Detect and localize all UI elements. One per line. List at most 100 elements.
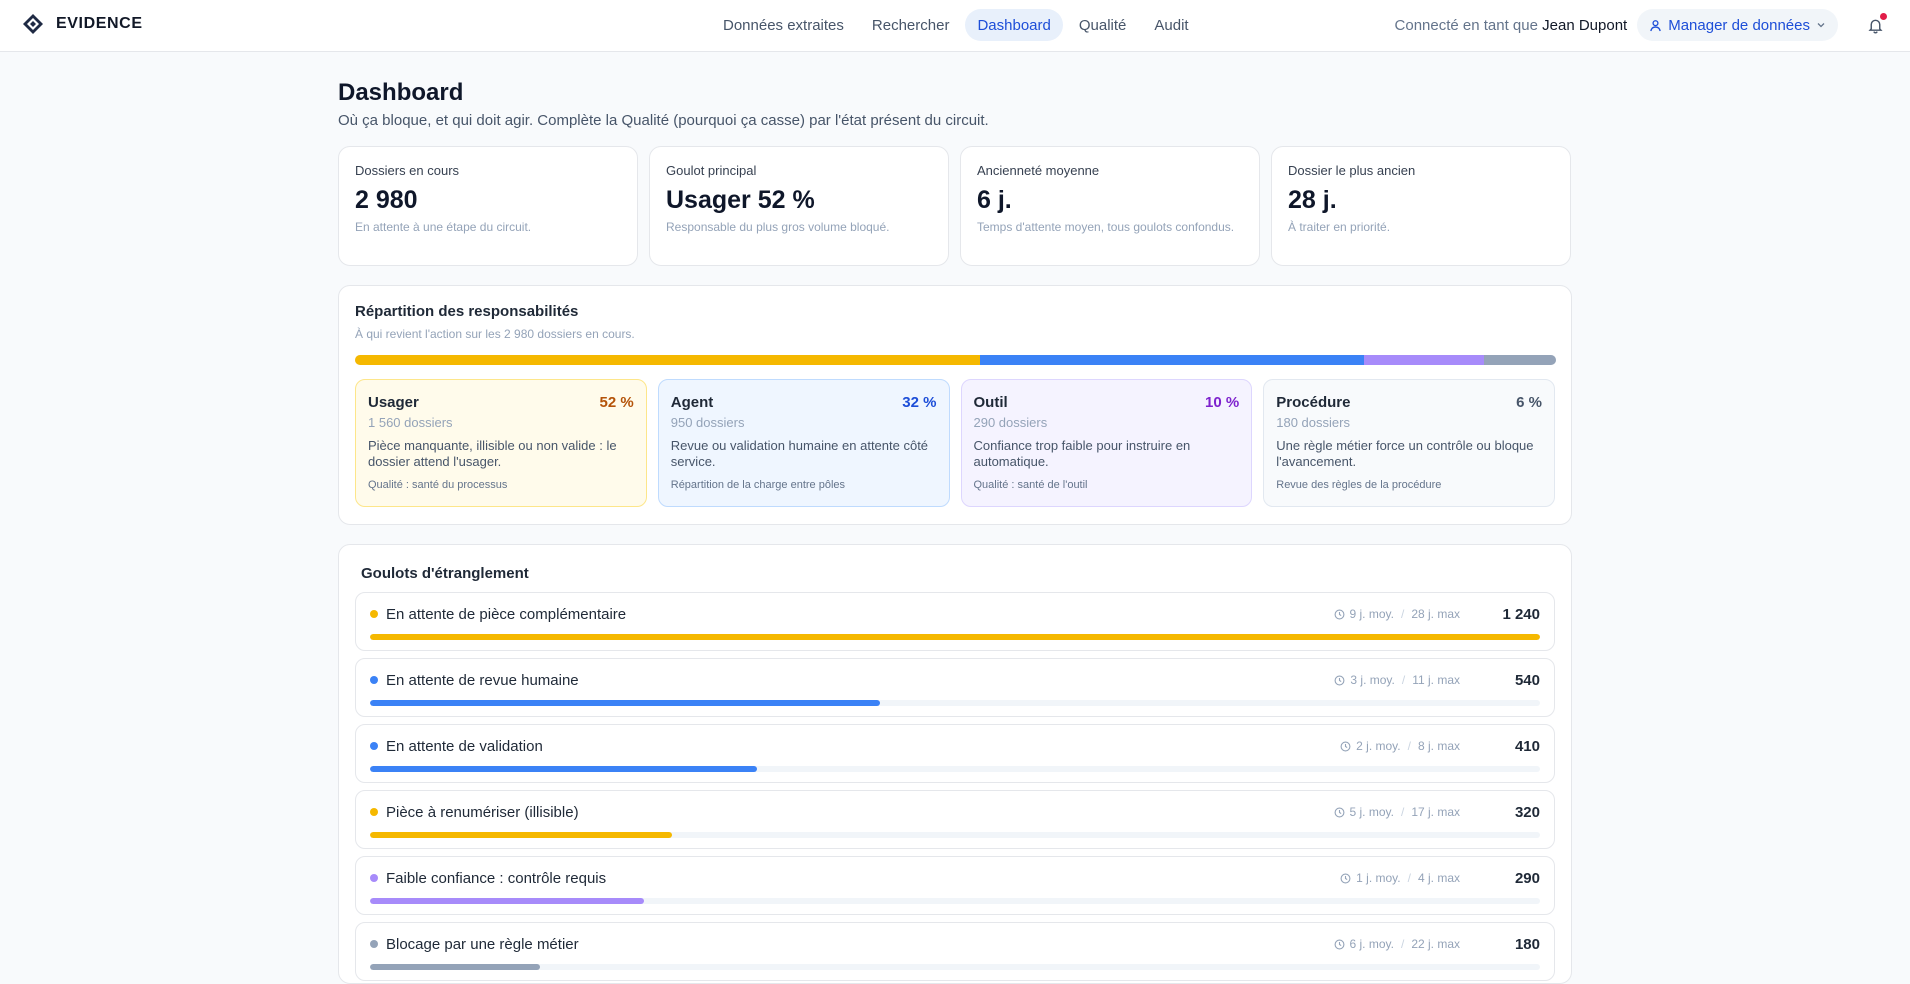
segment-count: 290 dossiers [973, 415, 1048, 430]
segment-description: Une règle métier force un contrôle ou bl… [1276, 438, 1534, 469]
kpi-label: Dossiers en cours [355, 163, 460, 178]
bottleneck-duration: 9 j. moy. / 28 j. max [1334, 607, 1460, 621]
separator: / [1400, 607, 1405, 621]
brand-name: EVIDENCE [56, 15, 143, 32]
segment-percent: 32 % [902, 394, 937, 411]
segment-name: Procédure [1276, 394, 1351, 411]
main-content: Dashboard Où ça bloque, et qui doit agir… [338, 52, 1572, 984]
kpi-value: 28 j. [1288, 186, 1337, 214]
segment-description: Confiance trop faible pour instruire en … [973, 438, 1191, 469]
segment-percent: 6 % [1516, 394, 1542, 411]
bottleneck-row[interactable]: Blocage par une règle métier 6 j. moy. / 22… [355, 922, 1555, 981]
clock-icon [1334, 675, 1345, 686]
notifications-button[interactable] [1860, 10, 1890, 40]
nav-item-donnees-extraites[interactable]: Données extraites [711, 9, 856, 41]
bottleneck-label: Blocage par une règle métier [386, 935, 579, 953]
kpi-card: Dossier le plus ancien 28 j. À traiter e… [1271, 146, 1571, 266]
bottleneck-row-header: En attente de pièce complémentaire 9 j. m… [370, 605, 1540, 623]
segment-link[interactable]: Répartition de la charge entre pôles [671, 479, 937, 491]
kpi-card: Ancienneté moyenne 6 j. Temps d'attente … [960, 146, 1260, 266]
bottleneck-count: 320 [1514, 803, 1540, 821]
segment-description: Pièce manquante, illisible ou non valide… [368, 438, 617, 469]
bottleneck-row[interactable]: En attente de pièce complémentaire 9 j. m… [355, 592, 1555, 651]
separator: / [1400, 937, 1405, 951]
separator: / [1407, 739, 1411, 753]
bottleneck-row[interactable]: Faible confiance : contrôle requis 1 j. m… [355, 856, 1555, 915]
segment-header: Outil 10 % [974, 394, 1240, 411]
bottleneck-duration: 1 j. moy. / 4 j. max [1340, 871, 1460, 885]
segment-name: Outil [973, 394, 1008, 411]
main-nav: Données extraites Rechercher Dashboard Q… [711, 9, 1201, 41]
responsibility-segments: Usager 52 % 1 560 dossiers Pièce manquante,… [355, 379, 1555, 507]
bottleneck-row[interactable]: En attente de revue humaine 3 j. moy. / 11 … [355, 658, 1555, 717]
max-duration: 8 j. max [1417, 739, 1460, 753]
average-duration: 3 j. moy. [1350, 673, 1395, 687]
nav-item-audit[interactable]: Audit [1142, 9, 1200, 41]
bottleneck-label: En attente de pièce complémentaire [386, 605, 627, 623]
bottleneck-count: 540 [1514, 671, 1540, 689]
max-duration: 4 j. max [1417, 871, 1460, 885]
nav-item-rechercher[interactable]: Rechercher [860, 9, 962, 41]
bottleneck-list: En attente de pièce complémentaire 9 j. m… [355, 592, 1555, 981]
kpi-card: Goulot principal Usager 52 % Responsable… [649, 146, 949, 266]
user-icon [1650, 19, 1662, 31]
user-name: Jean Dupont [1542, 16, 1628, 34]
bottleneck-label: Faible confiance : contrôle requis [386, 869, 607, 887]
bottleneck-duration: 3 j. moy. / 11 j. max [1334, 673, 1460, 687]
bottleneck-bar-fill [370, 634, 1540, 640]
brand[interactable]: EVIDENCE [22, 13, 143, 35]
bottleneck-row[interactable]: En attente de validation 2 j. moy. / 8 j. m… [355, 724, 1555, 783]
bottleneck-duration: 6 j. moy. / 22 j. max [1334, 937, 1460, 951]
responsibility-segment-card[interactable]: Outil 10 % 290 dossiers Confiance trop faib… [960, 379, 1253, 507]
evidence-logo-icon [23, 14, 43, 34]
bottlenecks-card: Goulots d'étranglement En attente de piè… [338, 544, 1572, 984]
responsibility-card: Répartition des responsabilités À qui re… [338, 285, 1572, 525]
clock-icon [1334, 939, 1345, 950]
segment-count: 1 560 dossiers [368, 415, 453, 430]
bottleneck-row-header: En attente de validation 2 j. moy. / 8 j. m… [370, 737, 1540, 755]
bottleneck-row-header: Blocage par une règle métier 6 j. moy. / 22… [370, 935, 1540, 953]
responsibility-segment-card[interactable]: Procédure 6 % 180 dossiers Une règle métier… [1263, 379, 1555, 507]
user-area: Connecté en tant que Jean Dupont Manager… [1395, 8, 1890, 42]
bottleneck-row[interactable]: Pièce à renumériser (illisible) 5 j. moy.… [355, 790, 1555, 849]
notification-badge [1880, 13, 1887, 20]
top-bar: EVIDENCE Données extraites Rechercher Da… [0, 0, 1910, 52]
clock-icon [1334, 609, 1345, 620]
nav-item-dashboard[interactable]: Dashboard [965, 9, 1063, 41]
bottleneck-bar-track [370, 964, 1540, 970]
kpi-row: Dossiers en cours 2 980 En attente à une… [338, 146, 1572, 266]
segment-link[interactable]: Qualité : santé de l'outil [974, 479, 1240, 491]
responsibility-segment-card[interactable]: Agent 32 % 950 dossiers Revue ou validation… [657, 379, 950, 507]
bottleneck-bar-track [370, 700, 1540, 706]
segment-link[interactable]: Qualité : santé du processus [368, 479, 634, 491]
kpi-card: Dossiers en cours 2 980 En attente à une… [338, 146, 638, 266]
segment-count: 950 dossiers [670, 415, 745, 430]
nav-item-qualite[interactable]: Qualité [1067, 9, 1139, 41]
stacked-bar-segment [1363, 355, 1484, 365]
average-duration: 6 j. moy. [1349, 937, 1394, 951]
separator: / [1400, 805, 1405, 819]
status-dot [370, 940, 378, 948]
responsibility-stacked-bar [355, 355, 1556, 365]
max-duration: 17 j. max [1411, 805, 1460, 819]
kpi-value: 2 980 [355, 186, 418, 214]
role-selector[interactable]: Manager de données [1637, 9, 1838, 41]
bottleneck-bar-track [370, 832, 1540, 838]
bottleneck-count: 290 [1514, 869, 1540, 887]
page-subtitle: Où ça bloque, et qui doit agir. Complète… [338, 112, 989, 129]
separator: / [1401, 673, 1406, 687]
status-dot [370, 808, 378, 816]
kpi-value: 6 j. [977, 186, 1012, 214]
segment-percent: 10 % [1205, 394, 1240, 411]
segment-count: 180 dossiers [1276, 415, 1350, 430]
max-duration: 11 j. max [1412, 673, 1460, 687]
segment-link[interactable]: Revue des règles de la procédure [1276, 479, 1542, 491]
bottleneck-bar-fill [370, 832, 672, 838]
segment-name: Usager [368, 394, 419, 411]
kpi-label: Dossier le plus ancien [1288, 163, 1416, 178]
responsibility-segment-card[interactable]: Usager 52 % 1 560 dossiers Pièce manquante,… [355, 379, 647, 507]
separator: / [1407, 871, 1411, 885]
kpi-note: À traiter en priorité. [1288, 220, 1391, 234]
bottleneck-duration: 2 j. moy. / 8 j. max [1340, 739, 1460, 753]
chevron-down-icon [1817, 23, 1825, 28]
